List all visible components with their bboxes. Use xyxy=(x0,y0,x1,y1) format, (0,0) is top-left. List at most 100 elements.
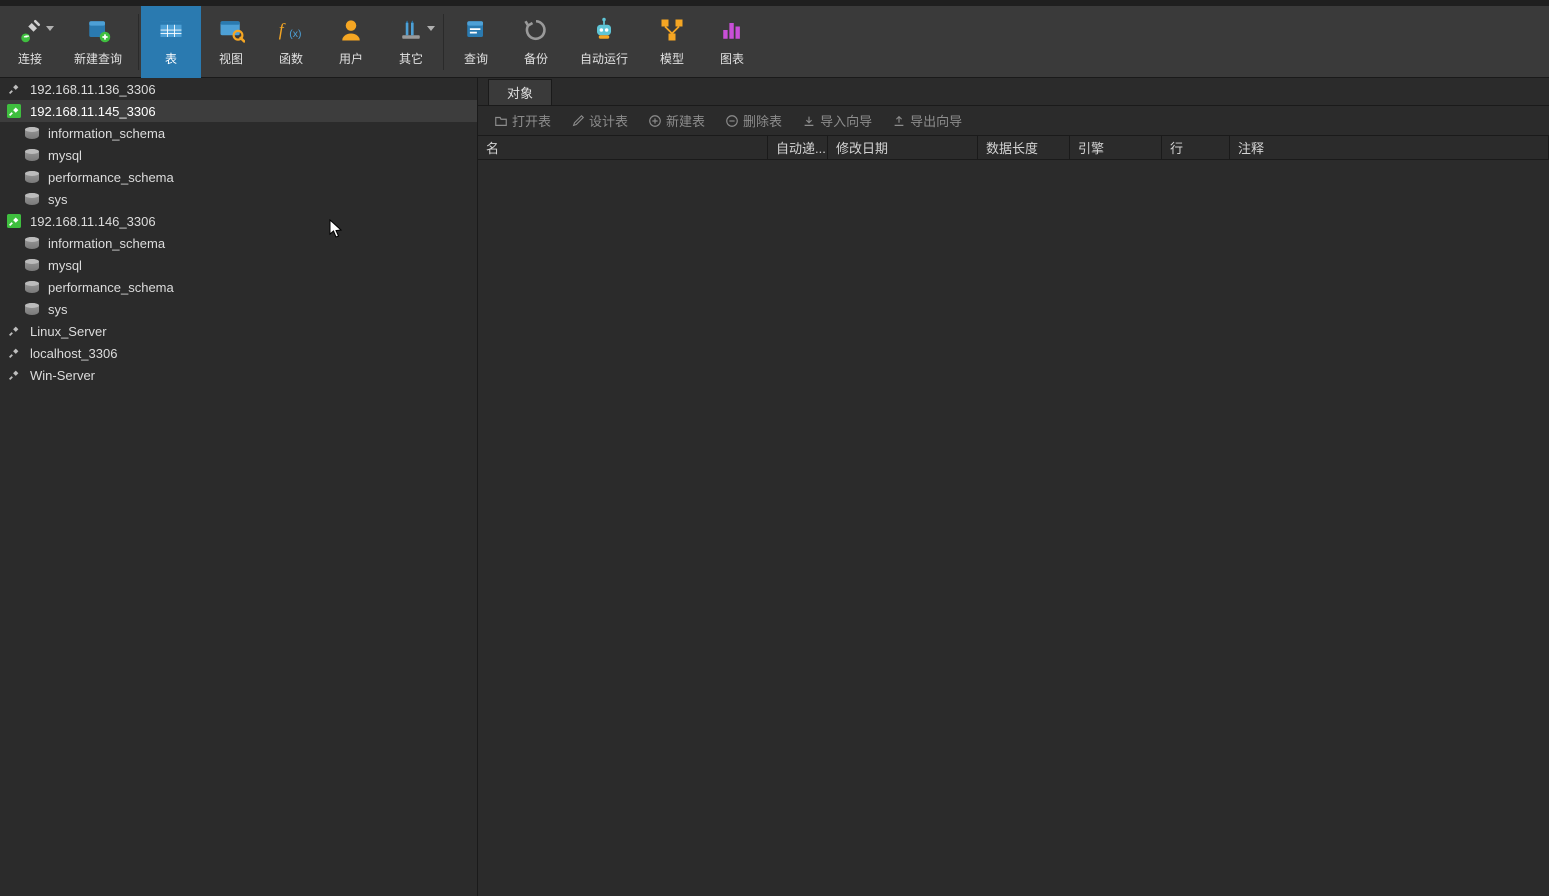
action-label: 打开表 xyxy=(512,111,551,130)
column-modified-date[interactable]: 修改日期 xyxy=(828,136,978,159)
plug-icon xyxy=(6,323,22,339)
database-icon xyxy=(24,125,40,141)
autorun-button[interactable]: 自动运行 xyxy=(566,6,642,78)
chart-icon xyxy=(716,14,748,46)
backup-icon xyxy=(520,14,552,46)
query-icon xyxy=(460,14,492,46)
robot-icon xyxy=(588,14,620,46)
new-query-label: 新建查询 xyxy=(74,50,122,67)
connection-label: 192.168.11.136_3306 xyxy=(30,82,156,97)
table-button[interactable]: 表 xyxy=(141,6,201,78)
connection-item[interactable]: Linux_Server xyxy=(0,320,477,342)
database-label: performance_schema xyxy=(48,170,174,185)
connect-button[interactable]: 连接 xyxy=(0,6,60,78)
tab-label: 对象 xyxy=(507,83,533,102)
database-icon xyxy=(24,279,40,295)
backup-button[interactable]: 备份 xyxy=(506,6,566,78)
connection-tree: 192.168.11.136_3306 192.168.11.145_3306 … xyxy=(0,78,478,896)
database-icon xyxy=(24,301,40,317)
query-button[interactable]: 查询 xyxy=(446,6,506,78)
connection-item[interactable]: localhost_3306 xyxy=(0,342,477,364)
column-comment[interactable]: 注释 xyxy=(1230,136,1549,159)
plug-icon xyxy=(6,367,22,383)
connection-label: 192.168.11.145_3306 xyxy=(30,104,156,119)
action-bar: 打开表 设计表 新建表 删除表 导入向导 导出向导 xyxy=(478,106,1549,136)
design-table-button[interactable]: 设计表 xyxy=(565,109,634,132)
chevron-down-icon xyxy=(427,26,435,31)
connection-item[interactable]: Win-Server xyxy=(0,364,477,386)
database-item[interactable]: information_schema xyxy=(0,122,477,144)
export-wizard-button[interactable]: 导出向导 xyxy=(886,109,968,132)
toolbar-separator xyxy=(443,14,444,70)
column-name[interactable]: 名 xyxy=(478,136,768,159)
user-button[interactable]: 用户 xyxy=(321,6,381,78)
new-table-button[interactable]: 新建表 xyxy=(642,109,711,132)
function-label: 函数 xyxy=(279,50,303,67)
view-label: 视图 xyxy=(219,50,243,67)
open-table-button[interactable]: 打开表 xyxy=(488,109,557,132)
database-icon xyxy=(24,147,40,163)
backup-label: 备份 xyxy=(524,50,548,67)
table-icon xyxy=(155,14,187,46)
other-icon xyxy=(395,14,427,46)
action-label: 删除表 xyxy=(743,111,782,130)
object-panel: 对象 打开表 设计表 新建表 删除表 导入向导 xyxy=(478,78,1549,896)
database-label: sys xyxy=(48,192,68,207)
function-icon: f(x) xyxy=(275,14,307,46)
new-query-icon xyxy=(82,14,114,46)
tab-bar: 对象 xyxy=(478,78,1549,106)
plug-icon xyxy=(14,14,46,46)
main-area: 192.168.11.136_3306 192.168.11.145_3306 … xyxy=(0,78,1549,896)
action-label: 新建表 xyxy=(666,111,705,130)
database-icon xyxy=(24,169,40,185)
database-item[interactable]: mysql xyxy=(0,144,477,166)
database-item[interactable]: mysql xyxy=(0,254,477,276)
minus-circle-icon xyxy=(725,114,739,128)
plug-icon xyxy=(6,213,22,229)
connection-label: 192.168.11.146_3306 xyxy=(30,214,156,229)
table-list-body xyxy=(478,160,1549,896)
model-icon xyxy=(656,14,688,46)
database-label: mysql xyxy=(48,148,82,163)
function-button[interactable]: f(x) 函数 xyxy=(261,6,321,78)
database-item[interactable]: information_schema xyxy=(0,232,477,254)
connection-label: Linux_Server xyxy=(30,324,107,339)
chart-label: 图表 xyxy=(720,50,744,67)
column-autoincrement[interactable]: 自动递... xyxy=(768,136,828,159)
column-engine[interactable]: 引擎 xyxy=(1070,136,1162,159)
database-item[interactable]: sys xyxy=(0,188,477,210)
action-label: 导入向导 xyxy=(820,111,872,130)
database-item[interactable]: sys xyxy=(0,298,477,320)
model-button[interactable]: 模型 xyxy=(642,6,702,78)
import-icon xyxy=(802,114,816,128)
autorun-label: 自动运行 xyxy=(580,50,628,67)
chart-button[interactable]: 图表 xyxy=(702,6,762,78)
action-label: 导出向导 xyxy=(910,111,962,130)
other-button[interactable]: 其它 xyxy=(381,6,441,78)
delete-table-button[interactable]: 删除表 xyxy=(719,109,788,132)
other-label: 其它 xyxy=(399,50,423,67)
database-item[interactable]: performance_schema xyxy=(0,166,477,188)
pencil-icon xyxy=(571,114,585,128)
column-data-length[interactable]: 数据长度 xyxy=(978,136,1070,159)
chevron-down-icon xyxy=(46,26,54,31)
plug-icon xyxy=(6,81,22,97)
view-button[interactable]: 视图 xyxy=(201,6,261,78)
connection-item[interactable]: 192.168.11.136_3306 xyxy=(0,78,477,100)
connection-label: localhost_3306 xyxy=(30,346,117,361)
import-wizard-button[interactable]: 导入向导 xyxy=(796,109,878,132)
columns-header: 名 自动递... 修改日期 数据长度 引擎 行 注释 xyxy=(478,136,1549,160)
action-label: 设计表 xyxy=(589,111,628,130)
connection-item[interactable]: 192.168.11.146_3306 xyxy=(0,210,477,232)
plug-icon xyxy=(6,103,22,119)
main-toolbar: 连接 新建查询 表 视图 f(x) 函数 用户 xyxy=(0,6,1549,78)
tab-object[interactable]: 对象 xyxy=(488,79,552,105)
svg-text:(x): (x) xyxy=(289,28,301,40)
database-label: information_schema xyxy=(48,236,165,251)
database-item[interactable]: performance_schema xyxy=(0,276,477,298)
column-rows[interactable]: 行 xyxy=(1162,136,1230,159)
model-label: 模型 xyxy=(660,50,684,67)
database-icon xyxy=(24,191,40,207)
new-query-button[interactable]: 新建查询 xyxy=(60,6,136,78)
connection-item[interactable]: 192.168.11.145_3306 xyxy=(0,100,477,122)
